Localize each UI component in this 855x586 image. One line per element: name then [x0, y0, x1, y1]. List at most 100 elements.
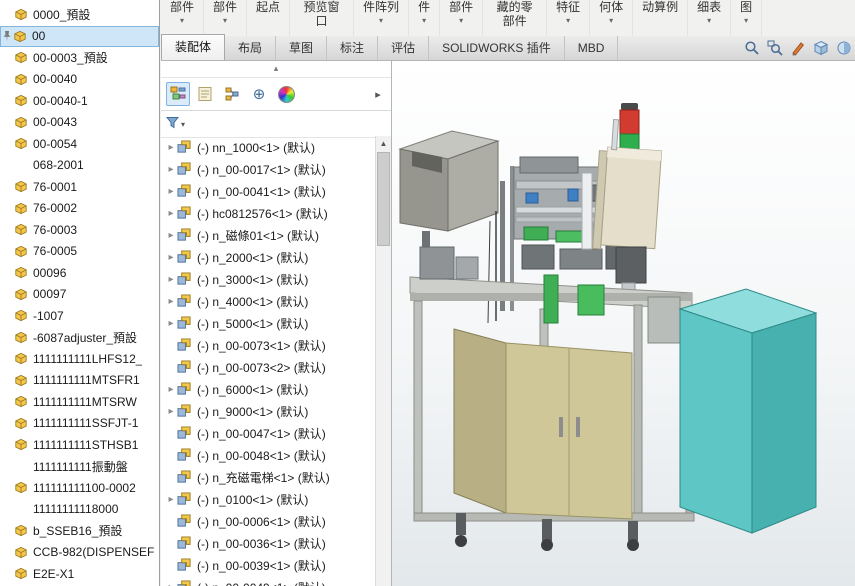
pane-expand-chevron-icon[interactable]: ▸	[370, 88, 386, 101]
tree-item[interactable]: ▸ (-) n_00-0036<1> (默认)	[161, 532, 376, 554]
file-list-item[interactable]: 111111111100-0002	[0, 477, 159, 499]
file-list-item[interactable]: 1111111111STHSB1	[0, 434, 159, 456]
ribbon-tab[interactable]: 草图	[276, 36, 327, 60]
tab-propertymanager[interactable]	[193, 82, 217, 106]
file-list-item[interactable]: E2E-X1	[0, 563, 159, 585]
file-list-item[interactable]: 00-0040	[0, 69, 159, 91]
expand-arrow-icon[interactable]: ▸	[165, 208, 177, 219]
tree-item[interactable]: ▸ (-) nn_1000<1> (默认)	[161, 136, 376, 158]
file-list-item[interactable]: 00-0054	[0, 133, 159, 155]
expand-arrow-icon[interactable]: ▸	[165, 274, 177, 285]
file-list-item[interactable]: 1111111111LHFS12_	[0, 348, 159, 370]
file-list-item[interactable]: CCB-982(DISPENSEF	[0, 542, 159, 564]
ribbon-tab[interactable]: 布局	[225, 36, 276, 60]
expand-arrow-icon[interactable]: ▸	[165, 186, 177, 197]
tab-dimxpertmanager[interactable]: ⊕	[247, 82, 271, 106]
ribbon-button[interactable]: 预览窗口 ▾	[290, 0, 354, 36]
expand-arrow-icon[interactable]: ▸	[165, 142, 177, 153]
tree-item[interactable]: ▸ (-) n_0100<1> (默认)	[161, 488, 376, 510]
tree-scrollbar[interactable]: ▲	[375, 136, 391, 586]
tree-item[interactable]: ▸ (-) n_5000<1> (默认)	[161, 312, 376, 334]
ribbon-button[interactable]: 起点 ▾	[247, 0, 290, 36]
tree-item[interactable]: ▸ (-) n_00-0006<1> (默认)	[161, 510, 376, 532]
file-list-item[interactable]: 76-0002	[0, 198, 159, 220]
ribbon-tab[interactable]: 装配体	[161, 34, 225, 60]
ribbon-button[interactable]: 部件 ▾	[440, 0, 483, 36]
ribbon-button[interactable]: 藏的零部件 ▾	[483, 0, 547, 36]
tree-item[interactable]: ▸ (-) n_00-0017<1> (默认)	[161, 158, 376, 180]
ribbon-button[interactable]: 图 ▾	[731, 0, 762, 36]
display-style-icon[interactable]	[835, 39, 853, 57]
expand-arrow-icon[interactable]: ▸	[165, 318, 177, 329]
file-list-item[interactable]: 068-2001	[0, 155, 159, 177]
ribbon-button[interactable]: 部件 ▾	[204, 0, 247, 36]
tree-item[interactable]: ▸ (-) n_2000<1> (默认)	[161, 246, 376, 268]
ribbon-button[interactable]: 动算例 ▾	[633, 0, 688, 36]
ribbon-tab[interactable]: SOLIDWORKS 插件	[429, 36, 565, 60]
ribbon-button[interactable]: 细表 ▾	[688, 0, 731, 36]
expand-arrow-icon[interactable]: ▸	[165, 252, 177, 263]
tab-featuremanager-tree[interactable]	[166, 82, 190, 106]
tree-item[interactable]: ▸ (-) n_00-0048<1> (默认)	[161, 444, 376, 466]
file-list-item[interactable]: 11111111118000	[0, 499, 159, 521]
tab-configurationmanager[interactable]	[220, 82, 244, 106]
ribbon-button[interactable]: 特征 ▾	[547, 0, 590, 36]
file-list-item[interactable]: 00096	[0, 262, 159, 284]
expand-arrow-icon[interactable]: ▸	[165, 384, 177, 395]
tree-item[interactable]: ▸ (-) n_00-0049<1> (默认)	[161, 576, 376, 586]
tree-item[interactable]: ▸ (-) n_00-0073<2> (默认)	[161, 356, 376, 378]
file-list-item[interactable]: 0000_預設	[0, 4, 159, 26]
zoom-to-fit-icon[interactable]	[743, 39, 761, 57]
expand-arrow-icon[interactable]: ▸	[165, 406, 177, 417]
tree-item[interactable]: ▸ (-) n_00-0047<1> (默认)	[161, 422, 376, 444]
file-list-item[interactable]: 1111111111振動盤	[0, 456, 159, 478]
tree-item[interactable]: ▸ (-) n_4000<1> (默认)	[161, 290, 376, 312]
tree-item[interactable]: ▸ (-) n_00-0073<1> (默认)	[161, 334, 376, 356]
edit-appearance-icon[interactable]	[789, 39, 807, 57]
file-list-item[interactable]: 76-0005	[0, 241, 159, 263]
expand-arrow-icon[interactable]: ▸	[165, 296, 177, 307]
tree-filter-bar[interactable]: ▾	[161, 111, 391, 138]
file-list-item[interactable]: -6087adjuster_預設	[0, 327, 159, 349]
scroll-up-button[interactable]: ▲	[376, 136, 391, 151]
file-list-item[interactable]: 00-0043	[0, 112, 159, 134]
panel-collapse-handle[interactable]: ▴	[161, 61, 391, 78]
ribbon-tab[interactable]: 标注	[327, 36, 378, 60]
file-list-item[interactable]: -1007	[0, 305, 159, 327]
tree-item[interactable]: ▸ (-) hc0812576<1> (默认)	[161, 202, 376, 224]
tree-item[interactable]: ▸ (-) n_9000<1> (默认)	[161, 400, 376, 422]
expand-arrow-icon[interactable]: ▸	[165, 582, 177, 586]
file-list-item[interactable]: 00-0040-1	[0, 90, 159, 112]
zoom-area-icon[interactable]	[766, 39, 784, 57]
file-list-item[interactable]: 00	[0, 26, 159, 48]
tree-item[interactable]: ▸ (-) n_磁條01<1> (默认)	[161, 224, 376, 246]
file-list-item[interactable]: 00097	[0, 284, 159, 306]
scrollbar-thumb[interactable]	[377, 152, 390, 246]
expand-arrow-icon[interactable]: ▸	[165, 230, 177, 241]
cyan-box-component[interactable]	[680, 289, 816, 533]
file-list-item[interactable]: 1111111111MTSFR1	[0, 370, 159, 392]
file-list-item[interactable]: 1111111111SSFJT-1	[0, 413, 159, 435]
tree-item[interactable]: ▸ (-) n_充磁電梯<1> (默认)	[161, 466, 376, 488]
ribbon-tab[interactable]: MBD	[565, 36, 619, 60]
tab-displaymanager[interactable]	[274, 82, 298, 106]
ribbon-tab[interactable]: 评估	[378, 36, 429, 60]
expand-arrow-icon[interactable]: ▸	[165, 494, 177, 505]
tree-item[interactable]: ▸ (-) n_3000<1> (默认)	[161, 268, 376, 290]
tree-item[interactable]: ▸ (-) n_00-0039<1> (默认)	[161, 554, 376, 576]
cabinet-panels[interactable]	[454, 329, 632, 519]
file-list-item[interactable]: 76-0003	[0, 219, 159, 241]
ribbon-button[interactable]: 件阵列 ▾	[354, 0, 409, 36]
expand-arrow-icon[interactable]: ▸	[165, 164, 177, 175]
file-list-item[interactable]: b_SSEB16_預設	[0, 520, 159, 542]
tree-item[interactable]: ▸ (-) n_6000<1> (默认)	[161, 378, 376, 400]
ribbon-button[interactable]: 件 ▾	[409, 0, 440, 36]
file-list-item[interactable]: 00-0003_預設	[0, 47, 159, 69]
ribbon-button[interactable]: 部件 ▾	[161, 0, 204, 36]
view-orientation-cube-icon[interactable]	[812, 39, 830, 57]
file-list-item[interactable]: 76-0001	[0, 176, 159, 198]
part-icon	[14, 223, 30, 236]
ribbon-button[interactable]: 何体 ▾	[590, 0, 633, 36]
file-list-item[interactable]: 1111111111MTSRW	[0, 391, 159, 413]
tree-item[interactable]: ▸ (-) n_00-0041<1> (默认)	[161, 180, 376, 202]
